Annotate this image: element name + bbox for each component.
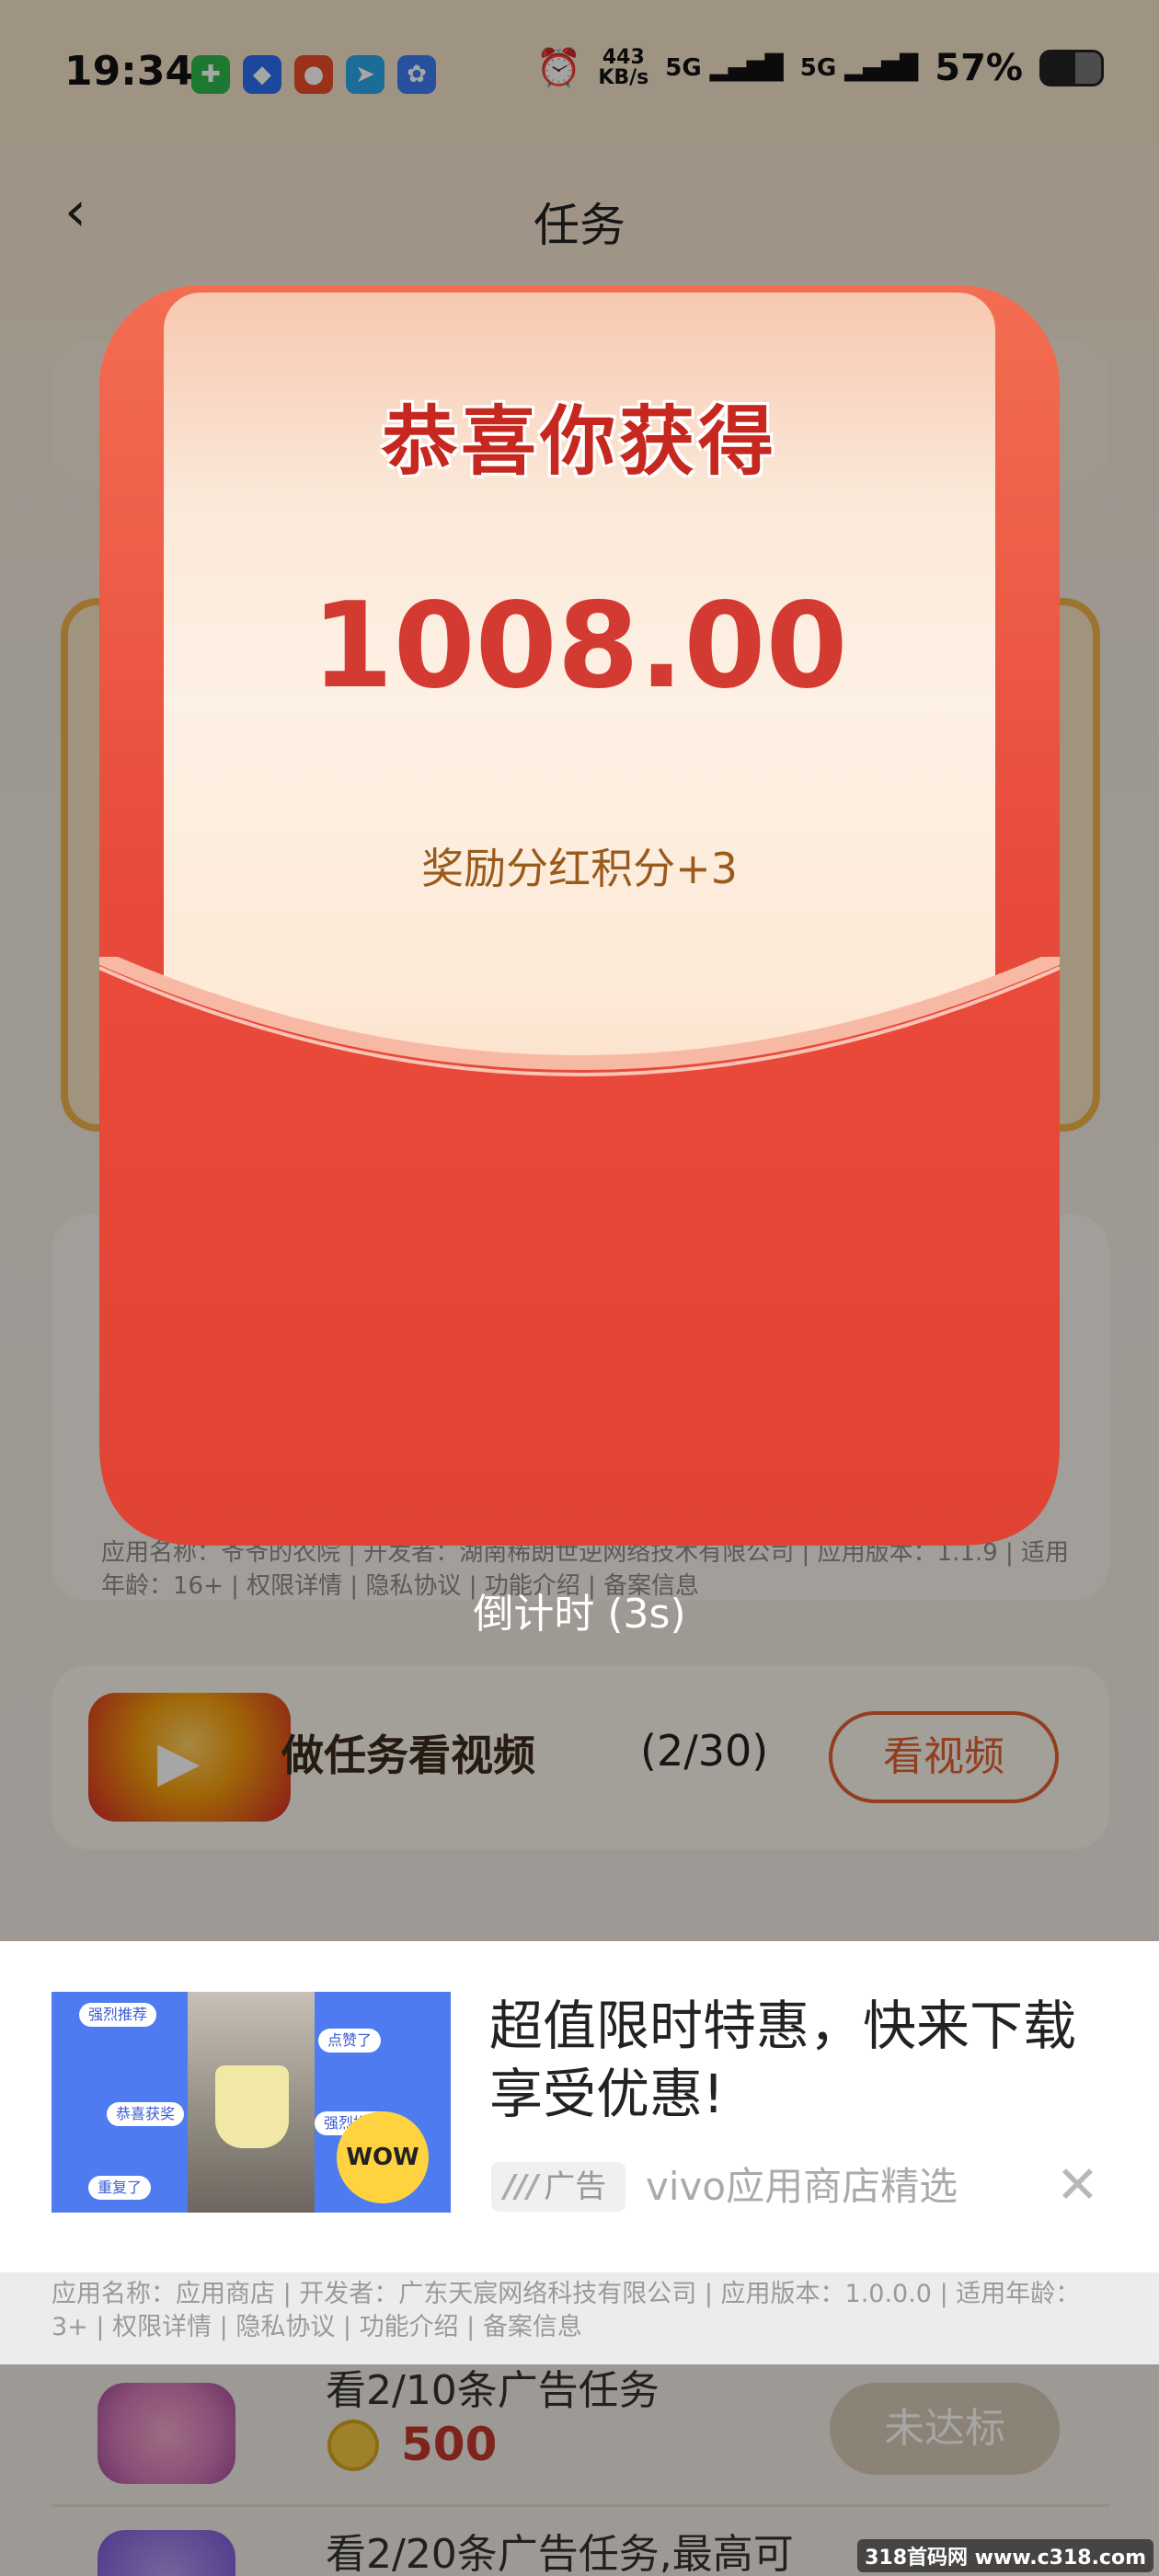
ad-image-tag: 点赞了 (318, 2029, 382, 2053)
ad-image-tag: 重复了 (88, 2176, 152, 2200)
ad-image-tag: 恭喜获奖 (107, 2102, 185, 2126)
ad-badge: ///广告 (491, 2162, 625, 2212)
cup-image (215, 2065, 289, 2148)
ad-badge-label: 广告 (544, 2168, 607, 2205)
envelope-front (99, 957, 1060, 1546)
ad-source: vivo应用商店精选 (646, 2164, 958, 2209)
watermark: 318首码网 www.c318.com (857, 2539, 1153, 2572)
bonus-points-text: 奖励分红积分+3 (421, 844, 738, 893)
congrats-title: 恭喜你获得 (381, 398, 777, 486)
countdown-text: 倒计时 (3s) (473, 1591, 686, 1638)
wow-emoji: WOW (337, 2111, 429, 2203)
ad-image[interactable]: 强烈推荐 点赞了 恭喜获奖 强烈推荐 重复了 WOW (52, 1992, 451, 2213)
ad-logo-icon: /// (504, 2168, 539, 2205)
red-envelope-modal: 恭喜你获得 1008.00 奖励分红积分+3 (99, 285, 1060, 1546)
ad-title[interactable]: 超值限时特惠，快来下载享受优惠! (489, 1992, 1115, 2128)
ad-app-info: 应用名称：应用商店 | 开发者：广东天宸网络科技有限公司 | 应用版本：1.0.… (0, 2272, 1159, 2364)
ad-image-tag: 强烈推荐 (79, 2003, 157, 2027)
reward-amount: 1008.00 (311, 578, 848, 715)
close-icon[interactable]: ✕ (1056, 2158, 1102, 2214)
